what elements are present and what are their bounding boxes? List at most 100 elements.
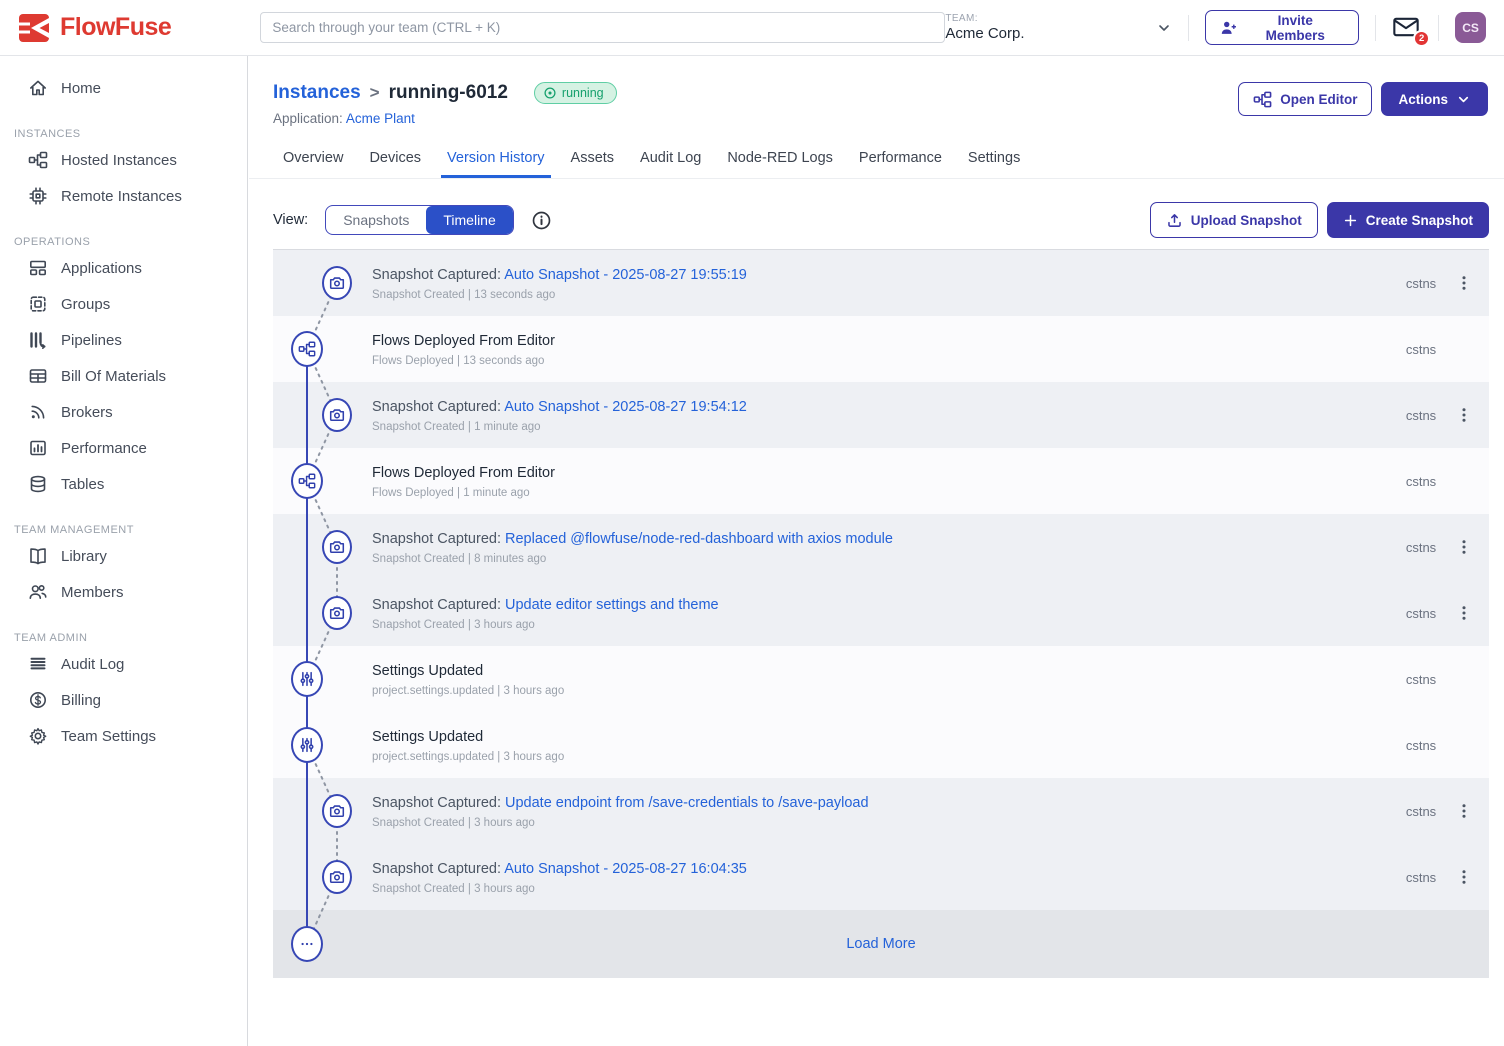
timeline-row: Snapshot Captured: Update editor setting… [273,580,1489,646]
event-meta: Snapshot Created | 13 seconds ago [372,289,747,301]
actions-label: Actions [1398,92,1448,107]
sidebar-item-brokers[interactable]: Brokers [0,394,247,430]
event-title: Flows Deployed From Editor [372,332,555,351]
tab-settings[interactable]: Settings [962,142,1026,178]
status-label: running [562,86,604,100]
toggle-timeline[interactable]: Timeline [426,206,512,234]
kebab-menu-icon[interactable] [1455,867,1473,887]
toggle-snapshots[interactable]: Snapshots [326,206,426,234]
snapshot-captured-label: Snapshot Captured: [372,267,504,283]
sidebar-item-label: Team Settings [61,728,156,745]
timeline-node [291,331,323,367]
tab-version-history[interactable]: Version History [441,142,551,178]
event-user: cstns [1401,870,1441,885]
avatar[interactable]: CS [1455,12,1486,43]
snapshot-link[interactable]: Replaced @flowfuse/node-red-dashboard wi… [505,531,893,547]
sidebar-item-team-settings[interactable]: Team Settings [0,718,247,754]
kebab-menu-icon[interactable] [1455,405,1473,425]
deploy-icon [298,472,316,490]
sidebar-item-applications[interactable]: Applications [0,250,247,286]
snapshot-captured-label: Snapshot Captured: [372,795,505,811]
team-label: TEAM: [945,13,1024,24]
timeline-node [322,266,352,300]
event-meta: Snapshot Created | 3 hours ago [372,619,719,631]
notification-badge: 2 [1413,30,1430,47]
event-title: Flows Deployed From Editor [372,464,555,483]
sidebar: Home INSTANCES Hosted Instances Remote Inst… [0,56,248,1046]
sidebar-item-billing[interactable]: Billing [0,682,247,718]
chart-icon [28,438,48,458]
info-icon[interactable] [531,210,552,231]
snapshot-link[interactable]: Auto Snapshot - 2025-08-27 19:55:19 [504,267,747,283]
timeline-row: Settings Updatedproject.settings.updated… [273,646,1489,712]
timeline-node [322,530,352,564]
application-link[interactable]: Acme Plant [346,111,415,126]
sidebar-item-audit-log[interactable]: Audit Log [0,646,247,682]
sidebar-item-label: Bill Of Materials [61,368,166,385]
sidebar-item-bill-of-materials[interactable]: Bill Of Materials [0,358,247,394]
timeline-row: Snapshot Captured: Auto Snapshot - 2025-… [273,844,1489,910]
home-icon [28,78,48,98]
snapshot-link[interactable]: Update endpoint from /save-credentials t… [505,795,869,811]
invite-members-button[interactable]: Invite Members [1205,10,1359,45]
load-more-row: Load More [273,910,1489,978]
event-meta: Snapshot Created | 3 hours ago [372,883,747,895]
tab-devices[interactable]: Devices [363,142,427,178]
create-snapshot-button[interactable]: Create Snapshot [1327,202,1489,238]
open-editor-button[interactable]: Open Editor [1238,82,1372,116]
event-user: cstns [1401,606,1441,621]
database-icon [28,474,48,494]
sidebar-item-members[interactable]: Members [0,574,247,610]
kebab-menu-icon[interactable] [1455,801,1473,821]
upload-icon [1166,212,1183,229]
timeline-row: Snapshot Captured: Update endpoint from … [273,778,1489,844]
team-selector[interactable]: TEAM: Acme Corp. [945,13,1172,42]
snapshot-captured-label: Snapshot Captured: [372,597,505,613]
tab-node-red-logs[interactable]: Node-RED Logs [721,142,839,178]
tab-performance[interactable]: Performance [853,142,948,178]
sidebar-item-label: Members [61,584,124,601]
sidebar-item-home[interactable]: Home [0,70,247,106]
notifications-button[interactable]: 2 [1392,15,1422,41]
brand: FlowFuse [0,13,247,43]
tab-audit-log[interactable]: Audit Log [634,142,707,178]
event-meta: project.settings.updated | 3 hours ago [372,751,564,763]
snapshot-link[interactable]: Auto Snapshot - 2025-08-27 16:04:35 [504,861,747,877]
camera-icon [328,538,346,556]
snapshot-link[interactable]: Auto Snapshot - 2025-08-27 19:54:12 [504,399,747,415]
breadcrumb-instances-link[interactable]: Instances [273,82,361,104]
main-content: Instances > running-6012 running Applica… [249,56,1504,1046]
timeline-row: Settings Updatedproject.settings.updated… [273,712,1489,778]
sidebar-item-library[interactable]: Library [0,538,247,574]
applications-icon [28,258,48,278]
tab-overview[interactable]: Overview [277,142,349,178]
load-more-link[interactable]: Load More [273,936,1489,952]
sidebar-item-hosted-instances[interactable]: Hosted Instances [0,142,247,178]
sidebar-item-pipelines[interactable]: Pipelines [0,322,247,358]
sidebar-item-label: Hosted Instances [61,152,177,169]
tab-assets[interactable]: Assets [565,142,621,178]
kebab-menu-icon[interactable] [1455,537,1473,557]
sidebar-section-team-admin: TEAM ADMIN [0,632,247,646]
sidebar-item-groups[interactable]: Groups [0,286,247,322]
sidebar-item-label: Billing [61,692,101,709]
upload-snapshot-button[interactable]: Upload Snapshot [1150,202,1318,238]
sidebar-item-label: Brokers [61,404,113,421]
kebab-menu-icon[interactable] [1455,603,1473,623]
event-user: cstns [1401,540,1441,555]
sidebar-item-label: Groups [61,296,110,313]
sidebar-item-label: Performance [61,440,147,457]
actions-button[interactable]: Actions [1381,82,1488,116]
event-user: cstns [1401,276,1441,291]
sidebar-item-remote-instances[interactable]: Remote Instances [0,178,247,214]
sidebar-section-instances: INSTANCES [0,128,247,142]
kebab-menu-icon[interactable] [1455,273,1473,293]
snapshot-link[interactable]: Update editor settings and theme [505,597,719,613]
sidebar-item-performance[interactable]: Performance [0,430,247,466]
search-input[interactable] [260,12,945,43]
event-meta: Flows Deployed | 1 minute ago [372,487,555,499]
sidebar-item-label: Audit Log [61,656,124,673]
event-user: cstns [1401,408,1441,423]
projects-icon [28,150,48,170]
sidebar-item-tables[interactable]: Tables [0,466,247,502]
